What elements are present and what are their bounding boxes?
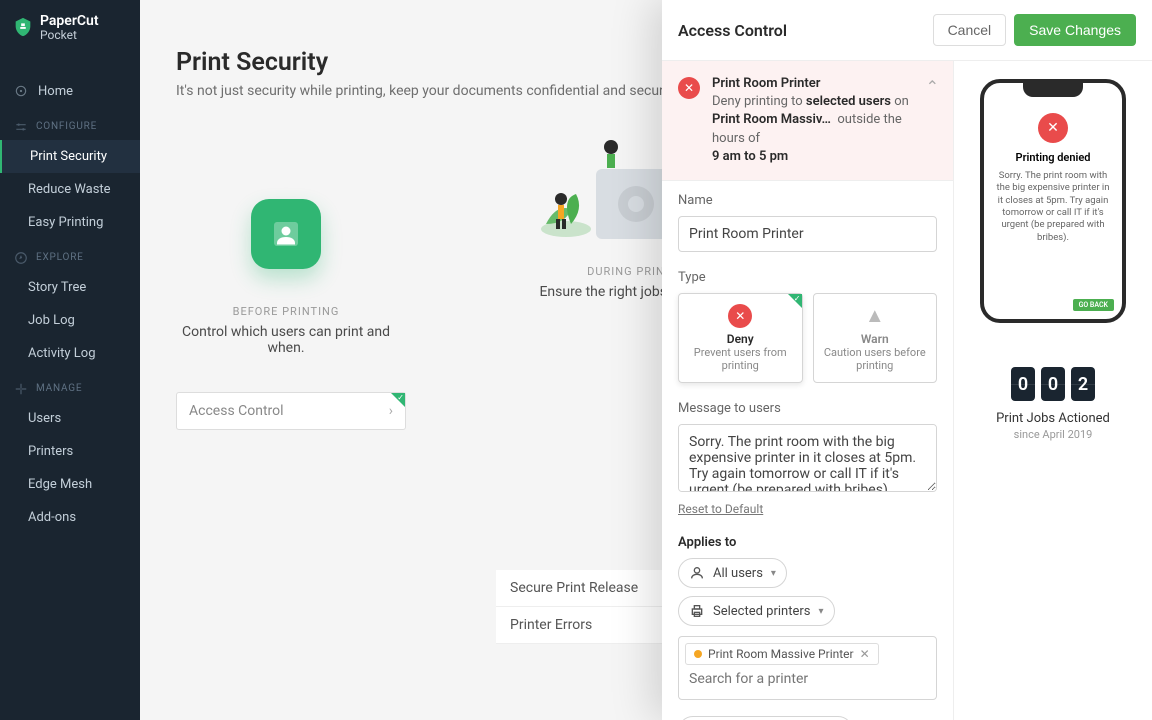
chevron-down-icon: ▾ bbox=[771, 568, 776, 579]
nav-job-log[interactable]: Job Log bbox=[0, 304, 140, 337]
chevron-up-icon: ⌃ bbox=[926, 77, 939, 96]
nav-home[interactable]: Home bbox=[0, 75, 140, 108]
deny-icon: ✕ bbox=[1038, 113, 1068, 143]
printer-chip-box: Print Room Massive Printer ✕ bbox=[678, 636, 937, 700]
sliders-icon bbox=[14, 120, 28, 134]
preview-pane: ✕ Printing denied Sorry. The print room … bbox=[954, 61, 1152, 720]
save-button[interactable]: Save Changes bbox=[1014, 14, 1136, 46]
panel-title: Access Control bbox=[678, 21, 787, 40]
message-label: Message to users bbox=[678, 401, 937, 416]
wrench-icon bbox=[14, 382, 28, 396]
reset-link[interactable]: Reset to Default bbox=[678, 502, 763, 516]
deny-circle-icon: ✕ bbox=[728, 304, 752, 328]
brand-line1: PaperCut bbox=[40, 14, 99, 29]
users-icon bbox=[689, 565, 705, 581]
nav-heading-explore: EXPLORE bbox=[0, 239, 140, 271]
papercut-icon bbox=[12, 16, 34, 38]
nav-easy-printing[interactable]: Easy Printing bbox=[0, 206, 140, 239]
applies-label: Applies to bbox=[678, 535, 937, 550]
preview-back-button: GO BACK bbox=[1073, 299, 1114, 311]
before-caption: BEFORE PRINTING bbox=[176, 305, 396, 318]
name-input[interactable] bbox=[678, 216, 937, 252]
printer-search-input[interactable] bbox=[685, 665, 930, 693]
preview-title: Printing denied bbox=[1016, 151, 1091, 164]
panel-header: Access Control Cancel Save Changes bbox=[662, 0, 1152, 61]
phone-mockup: ✕ Printing denied Sorry. The print room … bbox=[980, 79, 1126, 323]
before-desc: Control which users can print and when. bbox=[176, 324, 396, 356]
nav-edge-mesh[interactable]: Edge Mesh bbox=[0, 468, 140, 501]
printer-icon bbox=[689, 603, 705, 619]
job-counter: 0 0 2 bbox=[968, 367, 1138, 401]
message-textarea[interactable] bbox=[678, 424, 937, 492]
side-panel: Access Control Cancel Save Changes ✕ Pri… bbox=[662, 0, 1152, 720]
home-icon bbox=[14, 84, 28, 98]
printers-selector[interactable]: Selected printers ▾ bbox=[678, 596, 835, 626]
name-label: Name bbox=[678, 193, 937, 208]
compass-icon bbox=[14, 251, 28, 265]
brand-logo: PaperCut Pocket bbox=[0, 0, 140, 57]
users-selector[interactable]: All users ▾ bbox=[678, 558, 787, 588]
counter-sub: since April 2019 bbox=[968, 428, 1138, 441]
nav-activity-log[interactable]: Activity Log bbox=[0, 337, 140, 370]
access-control-dropdown[interactable]: Access Control › bbox=[176, 392, 406, 430]
rule-form: ✕ Print Room Printer Deny printing to se… bbox=[662, 61, 954, 720]
type-deny-card[interactable]: ✕ Deny Prevent users from printing bbox=[678, 293, 803, 383]
nav-addons[interactable]: Add-ons bbox=[0, 501, 140, 534]
type-warn-card[interactable]: ▲ Warn Caution users before printing bbox=[813, 293, 938, 383]
nav-printers[interactable]: Printers bbox=[0, 435, 140, 468]
status-dot bbox=[694, 650, 702, 658]
nav-users[interactable]: Users bbox=[0, 402, 140, 435]
hours-selector[interactable]: Outside these hours ▾ bbox=[678, 716, 853, 720]
printer-chip: Print Room Massive Printer ✕ bbox=[685, 643, 879, 665]
type-label: Type bbox=[678, 270, 937, 285]
brand-line2: Pocket bbox=[40, 29, 99, 42]
user-badge-icon bbox=[251, 199, 321, 269]
nav-story-tree[interactable]: Story Tree bbox=[0, 271, 140, 304]
preview-message: Sorry. The print room with the big expen… bbox=[994, 170, 1112, 244]
nav-print-security[interactable]: Print Security bbox=[0, 140, 140, 173]
rule-summary[interactable]: ✕ Print Room Printer Deny printing to se… bbox=[662, 61, 953, 181]
nav-heading-manage: MANAGE bbox=[0, 370, 140, 402]
warn-triangle-icon: ▲ bbox=[863, 304, 887, 328]
before-printing-card: BEFORE PRINTING Control which users can … bbox=[176, 179, 396, 430]
sidebar: PaperCut Pocket Home CONFIGURE Print Sec… bbox=[0, 0, 140, 720]
nav-reduce-waste[interactable]: Reduce Waste bbox=[0, 173, 140, 206]
summary-title: Print Room Printer bbox=[712, 75, 937, 93]
chevron-down-icon: ▾ bbox=[818, 606, 823, 617]
cancel-button[interactable]: Cancel bbox=[933, 14, 1007, 46]
counter-label: Print Jobs Actioned bbox=[968, 411, 1138, 426]
nav-home-label: Home bbox=[38, 84, 73, 99]
remove-chip-icon[interactable]: ✕ bbox=[860, 647, 870, 661]
deny-icon: ✕ bbox=[678, 77, 700, 99]
nav-heading-configure: CONFIGURE bbox=[0, 108, 140, 140]
